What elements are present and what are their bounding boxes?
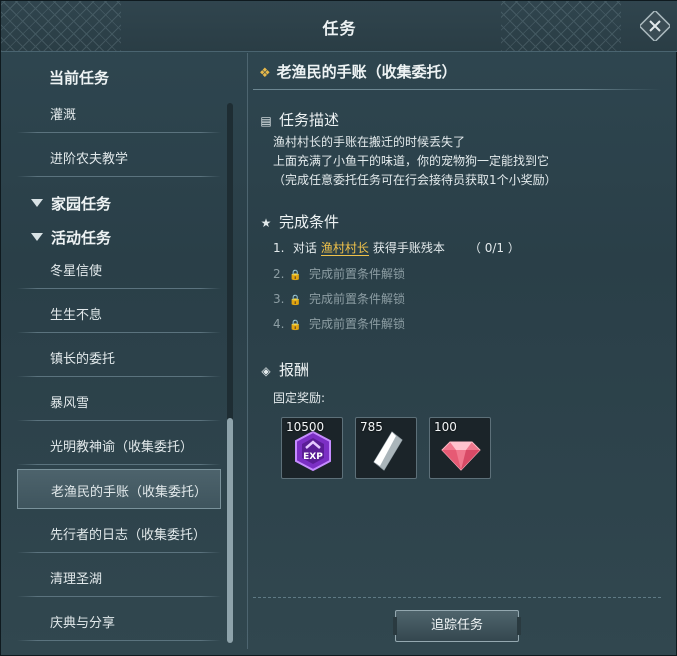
window-title: 任务 <box>322 19 357 38</box>
quest-window: 任务 当前任务 灌溉 进阶农夫教学 家园任务 活动任务 冬星信使 生生不息 镇长… <box>0 0 677 656</box>
lock-icon: 🔒 <box>289 295 302 306</box>
quest-item[interactable]: 清理圣湖 <box>17 557 221 597</box>
quest-item-label: 冬星信使 <box>50 264 103 279</box>
description-header: ▤ 任务描述 <box>260 111 340 129</box>
chest-icon: ◈ <box>261 364 271 378</box>
bottom-divider <box>253 597 661 598</box>
rewards-header: ◈ 报酬 <box>259 359 309 380</box>
quest-item[interactable]: 冬星信使 <box>17 249 221 289</box>
npc-link[interactable]: 渔村村长 <box>320 241 369 256</box>
reward-qty: 10500 <box>286 420 325 434</box>
quest-detail-panel: ❖ 老渔民的手账（收集委托） ▤ 任务描述 渔村村长的手账在搬迁的时候丢失了 上面充… <box>249 53 669 649</box>
condition-4: 4. 🔒 完成前置条件解锁 <box>273 317 406 331</box>
quest-item-label: 灌溉 <box>50 108 77 123</box>
fixed-rewards-label: 固定奖励: <box>273 391 326 405</box>
condition-progress: （ 0/1 ） <box>468 241 520 255</box>
sidebar-divider <box>247 53 248 649</box>
condition-2: 2. 🔒 完成前置条件解锁 <box>273 267 406 281</box>
reward-slot-gem[interactable]: 100 <box>429 417 491 479</box>
quest-item-label: 清理圣湖 <box>50 572 103 587</box>
condition-3: 3. 🔒 完成前置条件解锁 <box>273 292 406 306</box>
lock-icon: 🔒 <box>289 270 302 281</box>
quest-item[interactable]: 庆典与分享 <box>17 601 221 641</box>
document-icon: ▤ <box>260 114 272 128</box>
quest-item-label: 庆典与分享 <box>50 616 116 631</box>
quest-item-label: 先行者的日志（收集委托） <box>50 528 207 543</box>
quest-item-label: 生生不息 <box>50 308 103 323</box>
reward-slot-exp[interactable]: EXP 10500 <box>281 417 343 479</box>
collapse-triangle-icon <box>31 232 43 241</box>
close-button[interactable] <box>638 9 672 43</box>
scrollbar-thumb[interactable] <box>227 418 233 643</box>
title-bar: 任务 <box>1 1 677 52</box>
collapse-triangle-icon <box>31 198 43 207</box>
condition-1: 1. 对话 渔村村长 获得手账残本（ 0/1 ） <box>273 241 520 256</box>
track-quest-button[interactable]: 追踪任务 <box>393 610 521 642</box>
quest-item-irrigation[interactable]: 灌溉 <box>17 93 221 133</box>
quest-item-label: 镇长的委托 <box>50 352 116 367</box>
home-quests-header[interactable]: 家园任务 <box>31 193 111 214</box>
current-quests-header[interactable]: 当前任务 <box>49 67 109 88</box>
conditions-header: ★ 完成条件 <box>260 213 340 231</box>
quest-item-label: 进阶农夫教学 <box>50 152 129 167</box>
quest-item-farmer-tutorial[interactable]: 进阶农夫教学 <box>17 137 221 177</box>
quest-item-label: 光明教神谕（收集委托） <box>50 440 194 455</box>
reward-qty: 100 <box>434 420 457 434</box>
lock-icon: 🔒 <box>289 320 302 331</box>
star-icon: ★ <box>260 216 272 230</box>
quest-list-sidebar: 当前任务 灌溉 进阶农夫教学 家园任务 活动任务 冬星信使 生生不息 镇长的委托 <box>15 53 248 649</box>
quest-item[interactable]: 先行者的日志（收集委托） <box>17 513 221 553</box>
quest-item[interactable]: 暴风雪 <box>17 381 221 421</box>
svg-text:EXP: EXP <box>303 452 323 462</box>
quest-item-label: 老渔民的手账（收集委托） <box>51 485 208 500</box>
quest-item[interactable]: 光明教神谕（收集委托） <box>17 425 221 465</box>
reward-slot-crystal[interactable]: 785 <box>355 417 417 479</box>
quest-title: ❖ 老渔民的手账（收集委托） <box>259 63 457 81</box>
quest-item[interactable]: 镇长的委托 <box>17 337 221 377</box>
quest-item-selected[interactable]: 老渔民的手账（收集委托） <box>17 469 221 509</box>
event-quests-header[interactable]: 活动任务 <box>31 227 111 248</box>
quest-item[interactable]: 生生不息 <box>17 293 221 333</box>
quest-marker-icon: ❖ <box>259 66 271 81</box>
quest-item-label: 暴风雪 <box>50 396 90 411</box>
reward-qty: 785 <box>360 420 383 434</box>
close-icon <box>638 9 672 43</box>
title-divider <box>253 89 661 90</box>
quest-description: 渔村村长的手账在搬迁的时候丢失了 上面充满了小鱼干的味道，你的宠物狗一定能找到它… <box>273 135 557 187</box>
